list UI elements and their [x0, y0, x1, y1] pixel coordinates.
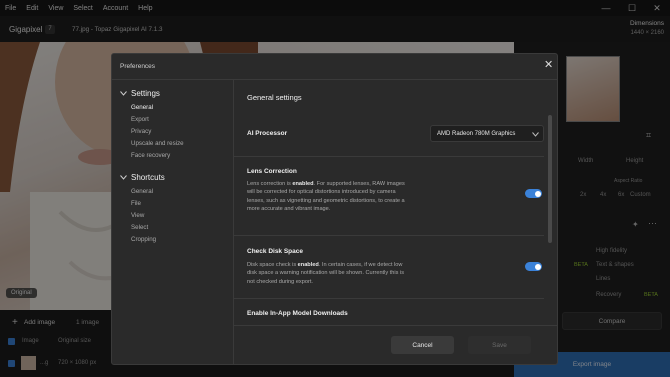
disk-desc-pre: Disk space check is	[247, 262, 298, 268]
nav-item-upscale-resize[interactable]: Upscale and resize	[131, 140, 184, 147]
nav-item-privacy[interactable]: Privacy	[131, 128, 151, 135]
section-divider	[234, 298, 544, 299]
chevron-down-icon	[120, 175, 127, 180]
check-disk-space-title: Check Disk Space	[247, 248, 304, 255]
ai-processor-label: AI Processor	[247, 130, 288, 137]
disk-desc-status: enabled	[297, 262, 319, 268]
settings-header-label: Settings	[131, 89, 160, 98]
chevron-down-icon	[532, 132, 539, 137]
check-disk-space-description: Disk space check is enabled. In certain …	[247, 261, 407, 286]
section-divider	[234, 156, 544, 157]
preferences-dialog: Preferences ✕ Settings General Export Pr…	[111, 53, 558, 365]
save-button[interactable]: Save	[468, 336, 531, 354]
nav-settings-header[interactable]: Settings	[120, 89, 160, 98]
lens-desc-pre: Lens correction is	[247, 181, 293, 187]
nav-item-export[interactable]: Export	[131, 116, 149, 123]
model-downloads-title: Enable In-App Model Downloads	[247, 310, 348, 317]
general-settings-content: General settings AI Processor AMD Radeon…	[234, 80, 557, 325]
section-divider	[234, 235, 544, 236]
nav-shortcut-general[interactable]: General	[131, 188, 153, 195]
lens-correction-description: Lens correction is enabled. For supporte…	[247, 180, 407, 214]
dialog-title: Preferences	[120, 63, 156, 70]
check-disk-space-toggle[interactable]	[525, 262, 542, 271]
cancel-button[interactable]: Cancel	[391, 336, 454, 354]
dialog-header: Preferences ✕	[112, 54, 557, 80]
nav-shortcut-view[interactable]: View	[131, 212, 144, 219]
nav-item-general[interactable]: General	[131, 104, 153, 111]
toggle-knob	[534, 263, 541, 270]
dialog-footer: Cancel Save	[234, 325, 557, 365]
nav-shortcuts-header[interactable]: Shortcuts	[120, 173, 165, 182]
content-scrollbar[interactable]	[548, 115, 552, 243]
lens-correction-toggle[interactable]	[525, 189, 542, 198]
nav-shortcut-file[interactable]: File	[131, 200, 141, 207]
close-icon[interactable]: ✕	[544, 59, 553, 71]
content-heading: General settings	[247, 93, 302, 102]
lens-correction-title: Lens Correction	[247, 168, 297, 175]
shortcuts-header-label: Shortcuts	[131, 173, 165, 182]
toggle-knob	[534, 190, 541, 197]
nav-item-face-recovery[interactable]: Face recovery	[131, 152, 170, 159]
nav-shortcut-select[interactable]: Select	[131, 224, 148, 231]
ai-processor-value: AMD Radeon 780M Graphics	[437, 131, 516, 137]
preferences-nav: Settings General Export Privacy Upscale …	[112, 80, 234, 365]
ai-processor-select[interactable]: AMD Radeon 780M Graphics	[430, 125, 544, 142]
nav-shortcut-cropping[interactable]: Cropping	[131, 236, 156, 243]
chevron-down-icon	[120, 91, 127, 96]
lens-desc-status: enabled	[292, 181, 314, 187]
